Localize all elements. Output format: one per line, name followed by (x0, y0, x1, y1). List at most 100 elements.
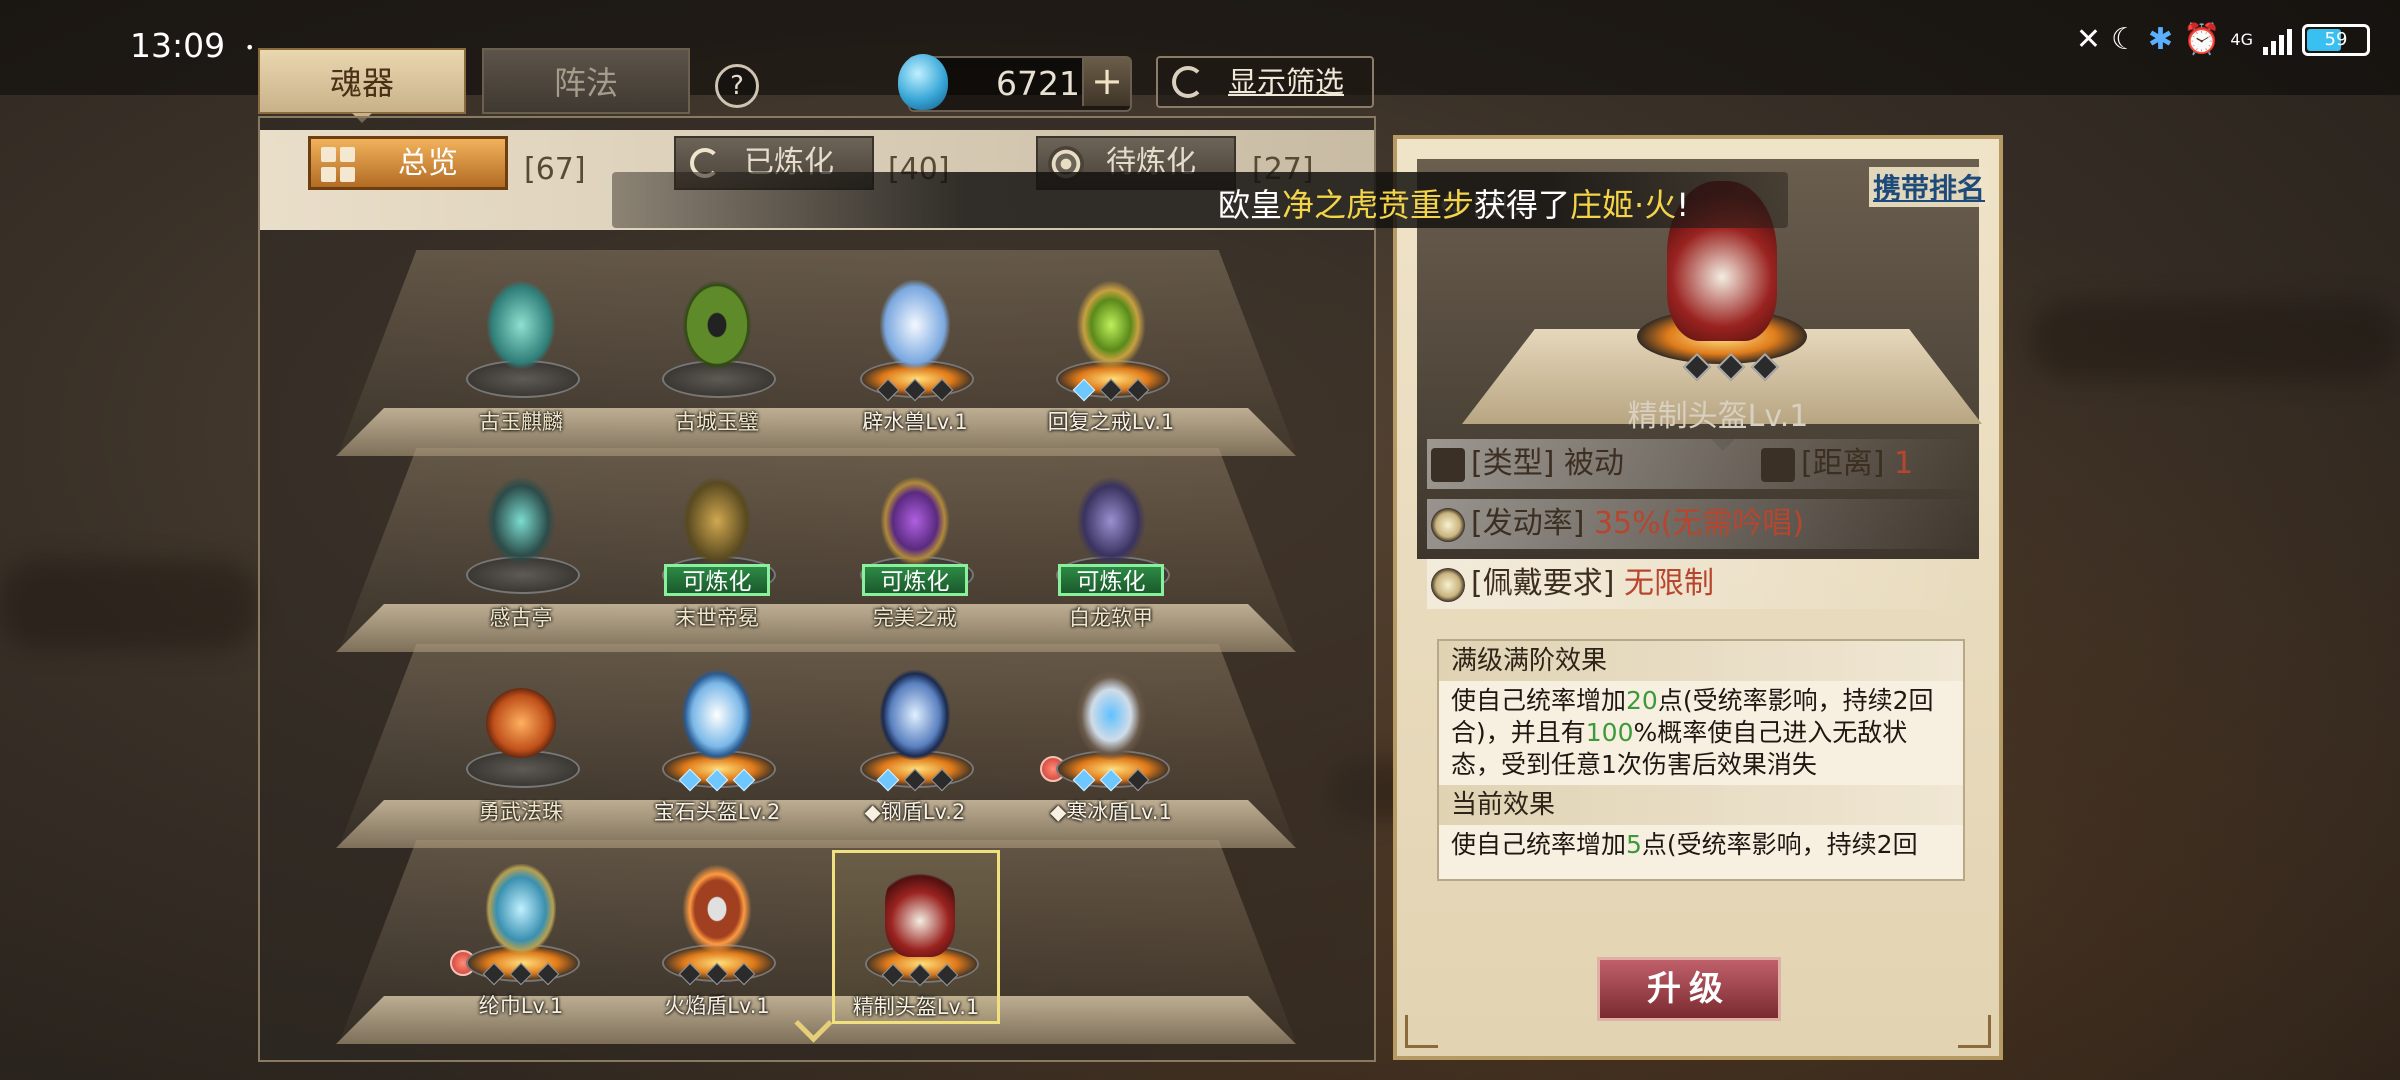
star-rank (1682, 352, 1780, 382)
fire-shield-icon (682, 864, 752, 954)
stat-wear-requirement: [佩戴要求] 无限制 (1427, 559, 1977, 609)
system-icons: ✕ ☾ ✱ ⏰ 4G 59 (2076, 22, 2370, 57)
artifact-name: 回复之戒Lv.1 (1047, 410, 1175, 434)
stat-trigger-rate: [发动率] 35%(无需吟唱) (1427, 499, 1977, 549)
star-rank (678, 962, 756, 986)
artifact-card[interactable]: 可炼化 白龙软甲 (1026, 462, 1196, 632)
effect-description: 满级满阶效果 使自己统率增加20点(受统率影响，持续2回合)，并且有100%概率… (1437, 639, 1965, 881)
max-effect-text: 使自己统率增加20点(受统率影响，持续2回合)，并且有100%概率使自己进入无敌… (1439, 681, 1963, 785)
star-rank (881, 963, 959, 987)
artifact-name: 勇武法珠 (479, 800, 563, 824)
trigger-label: [发动率] (1471, 506, 1585, 541)
gem-icon (898, 54, 948, 110)
background-smoke (2030, 300, 2400, 380)
max-effect-part: 使自己统率增加 (1451, 686, 1627, 715)
artifact-name: 白龙软甲 (1069, 606, 1153, 630)
status-dot-icon: • (245, 38, 255, 57)
announcement-suffix: ! (1676, 186, 1690, 224)
artifact-card[interactable]: 纶巾Lv.1 (436, 850, 606, 1020)
current-effect-part: 使自己统率增加 (1451, 830, 1627, 859)
sword-icon (1431, 447, 1465, 482)
announcement-player: 净之虎贲重步 (1282, 186, 1475, 224)
star-rank (876, 768, 954, 792)
battery-icon: 59 (2302, 23, 2370, 56)
burst-icon (1431, 567, 1465, 602)
qilin-icon (486, 280, 556, 370)
artifact-name: 古玉麒麟 (479, 410, 563, 434)
artifact-card[interactable]: 感古亭 (436, 462, 606, 632)
refinable-badge: 可炼化 (664, 564, 770, 596)
artifact-card[interactable]: ◆寒冰盾Lv.1 (1026, 656, 1196, 826)
artifact-card[interactable]: 回复之戒Lv.1 (1026, 266, 1196, 436)
refinable-badge: 可炼化 (862, 564, 968, 596)
range-value: 1 (1893, 446, 1914, 481)
max-effect-number: 100 (1585, 718, 1634, 747)
tab-soul-artifact[interactable]: 魂器 (258, 48, 466, 114)
type-value: 被动 (1563, 446, 1624, 481)
subtab-overview-count: [67] (524, 152, 586, 187)
announcement-item: 庄姬·火 (1570, 186, 1677, 224)
wear-label: [佩戴要求] (1471, 566, 1615, 601)
upgrade-button[interactable]: 升级 (1597, 957, 1781, 1021)
stat-type-range: [类型] 被动 [距离] 1 (1427, 439, 1977, 489)
crown-icon (682, 476, 752, 566)
current-effect-text: 使自己统率增加5点(受统率影响，持续2回 (1439, 825, 1963, 865)
star-rank (1072, 768, 1150, 792)
panel-corner (1958, 1015, 1991, 1048)
background-smoke (0, 560, 260, 650)
signal-icon (2263, 25, 2292, 55)
artifact-name: ◆寒冰盾Lv.1 (1050, 800, 1172, 824)
artifact-card[interactable]: 火焰盾Lv.1 (632, 850, 802, 1020)
artifact-name: 末世帝冕 (675, 606, 759, 630)
burst-icon (1431, 507, 1465, 542)
ring-icon (1076, 280, 1146, 370)
add-currency-button[interactable]: + (1082, 58, 1130, 106)
artifact-card[interactable]: 可炼化 末世帝冕 (632, 462, 802, 632)
artifact-card[interactable]: 古城玉璧 (632, 266, 802, 436)
currency-value: 6721 (996, 64, 1080, 103)
armor-icon (1076, 476, 1146, 566)
artifact-card[interactable]: 勇武法珠 (436, 656, 606, 826)
helmet-icon (885, 867, 955, 957)
panel-corner (1405, 1015, 1438, 1048)
network-type: 4G (2230, 30, 2253, 49)
alarm-icon: ⏰ (2183, 22, 2221, 57)
announcement-middle: 获得了 (1474, 186, 1571, 224)
artifact-card[interactable]: 辟水兽Lv.1 (830, 266, 1000, 436)
max-effect-title: 满级满阶效果 (1439, 641, 1963, 681)
subtab-overview-label: 总览 (398, 146, 458, 181)
artifact-card[interactable]: 古玉麒麟 (436, 266, 606, 436)
current-effect-title: 当前效果 (1439, 785, 1963, 825)
subtab-overview[interactable]: 总览 (308, 136, 508, 190)
orb-icon (486, 688, 556, 758)
currency-display: 6721 + (898, 54, 1132, 112)
headscarf-icon (486, 864, 556, 954)
wear-value: 无限制 (1623, 566, 1714, 601)
tab-formation[interactable]: 阵法 (482, 48, 690, 114)
battery-level: 59 (2324, 28, 2348, 50)
artifact-name: 感古亭 (489, 606, 553, 630)
carry-ranking-link[interactable]: 携带排名 (1868, 167, 1989, 207)
artifact-name: 纶巾Lv.1 (478, 994, 564, 1018)
mute-icon: ✕ (2075, 22, 2102, 57)
artifact-card-selected[interactable]: 精制头盔Lv.1 (832, 850, 1000, 1024)
announcement-text: 欧皇净之虎贲重步获得了庄姬·火! (1218, 180, 1689, 226)
max-effect-number: 20 (1626, 686, 1658, 715)
helmet-icon (682, 670, 752, 760)
artifact-detail-panel: ♻ 回收 精制头盔Lv.1 携带排名 [类型] 被动 [距离] 1 [发动率] … (1393, 135, 2003, 1060)
help-button[interactable]: ? (715, 64, 759, 108)
ring-icon (880, 476, 950, 566)
status-time: 13:09 (130, 26, 226, 65)
filter-button[interactable]: 显示筛选 (1156, 56, 1374, 108)
jade-disc-icon (682, 280, 752, 370)
pavilion-icon (486, 476, 556, 566)
star-rank (482, 962, 560, 986)
current-effect-part: 点(受统率影响，持续2回 (1641, 830, 1918, 859)
star-rank (876, 378, 954, 402)
type-label: [类型] (1471, 446, 1555, 481)
grid-icon (321, 147, 357, 183)
artifact-name: 火焰盾Lv.1 (664, 994, 770, 1018)
artifact-card[interactable]: 可炼化 完美之戒 (830, 462, 1000, 632)
artifact-card[interactable]: 宝石头盔Lv.2 (632, 656, 802, 826)
artifact-card[interactable]: ◆钢盾Lv.2 (830, 656, 1000, 826)
